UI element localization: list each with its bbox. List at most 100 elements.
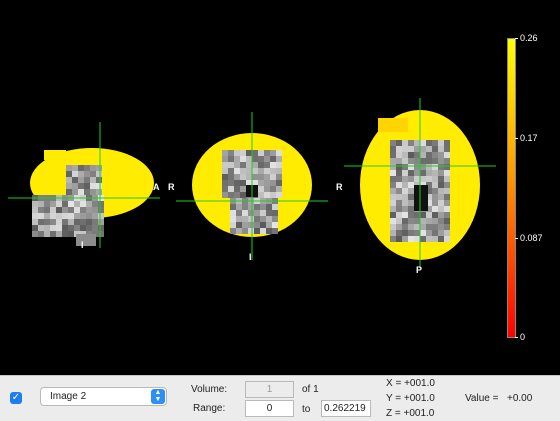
range-max-input[interactable]: 0.262219 [321,400,371,417]
sagittal-gray-block [68,213,74,219]
sagittal-gray-block [38,225,44,231]
axial-gray-block [426,218,432,224]
value-readout: +0.00 [507,393,533,404]
axial-gray-block [444,164,450,170]
coronal-gray-block [246,162,252,168]
coronal-gray-block [228,186,234,192]
sagittal-gray-block [78,183,84,189]
coronal-gray-block [248,216,254,222]
axial-gray-block [420,164,426,170]
sagittal-gray-block [98,219,104,225]
axial-gray-block [438,188,444,194]
axial-gray-block [402,236,408,242]
coronal-gray-block [276,162,282,168]
axial-gray-block [426,152,432,158]
axial-gray-block [414,152,420,158]
coronal-gray-block [240,156,246,162]
sagittal-gray-block [62,219,68,225]
coronal-gray-block [276,192,282,198]
sagittal-gray-block [96,183,102,189]
axial-gray-block [408,182,414,188]
axial-gray-block [432,170,438,176]
sagittal-gray-block [80,225,86,231]
orientation-label-inferior-sagittal: I [81,240,84,250]
coronal-gray-block [228,180,234,186]
axial-gray-block [420,176,426,182]
axial-gray-block [444,236,450,242]
coronal-gray-block [246,168,252,174]
coronal-gray-block [252,168,258,174]
coronal-gray-block [234,186,240,192]
range-min-input[interactable]: 0 [245,400,294,417]
sagittal-gray-block [74,213,80,219]
sagittal-brainstem [76,234,96,246]
sagittal-gray-block [56,207,62,213]
coronal-gray-block [228,168,234,174]
volume-label: Volume: [191,384,228,395]
coronal-gray-block [266,216,272,222]
axial-gray-block [432,212,438,218]
coronal-gray-block [234,162,240,168]
sagittal-gray-block [84,165,90,171]
sagittal-gray-block [38,219,44,225]
axial-gray-block [402,176,408,182]
coronal-gray-block [222,162,228,168]
sagittal-gray-block [68,207,74,213]
coronal-gray-block [264,156,270,162]
sagittal-gray-block [32,219,38,225]
axial-gray-block [390,230,396,236]
axial-gray-block [414,164,420,170]
coronal-gray-block [258,180,264,186]
sagittal-gray-block [90,189,96,195]
axial-gray-block [426,164,432,170]
axial-gray-block [396,164,402,170]
sagittal-gray-block [62,225,68,231]
axial-gray-block [426,230,432,236]
sagittal-gray-block [98,225,104,231]
coronal-gray-block [230,210,236,216]
coronal-gray-block [270,186,276,192]
axial-gray-block [432,164,438,170]
axial-gray-block [420,146,426,152]
coronal-gray-block [272,210,278,216]
axial-gray-block [414,224,420,230]
sagittal-gray-block [80,219,86,225]
axial-gray-block [444,170,450,176]
axial-gray-block [444,146,450,152]
image-select[interactable]: Image 2 ▲ ▼ [40,387,167,406]
coronal-gray-block [264,168,270,174]
axial-gray-block [432,200,438,206]
coronal-gray-block [242,216,248,222]
coronal-gray-block [222,180,228,186]
axial-gray-block [390,158,396,164]
axial-gray-block [420,236,426,242]
coronal-gray-block [264,180,270,186]
volume-input[interactable]: 1 [245,381,294,398]
sagittal-gray-block [72,189,78,195]
axial-gray-block [408,146,414,152]
coronal-gray-block [258,192,264,198]
sagittal-gray-block [72,165,78,171]
colorbar-label-mid-low: 0.087 [520,233,543,243]
coord-y: Y = +001.0 [386,393,435,404]
axial-gray-block [396,236,402,242]
axial-gray-block [426,170,432,176]
axial-gray-block [426,176,432,182]
sagittal-gray-block [38,207,44,213]
sagittal-gray-block [38,213,44,219]
axial-gray-block [444,200,450,206]
axial-gray-block [396,170,402,176]
image-viewer[interactable]: A I R I R P 0.26 0.17 0.087 0 [0,0,560,375]
visibility-checkbox[interactable]: ✓ [10,392,22,404]
coronal-gray-block [234,156,240,162]
axial-gray-block [426,146,432,152]
value-label: Value = [465,393,499,404]
coronal-gray-block [266,210,272,216]
axial-gray-block [402,212,408,218]
axial-gray-block [432,188,438,194]
sagittal-gray-block [98,201,104,207]
sagittal-gray-block [62,201,68,207]
brain-slices[interactable] [0,0,560,375]
colorbar-label-max: 0.26 [520,33,538,43]
axial-gray-block [408,152,414,158]
